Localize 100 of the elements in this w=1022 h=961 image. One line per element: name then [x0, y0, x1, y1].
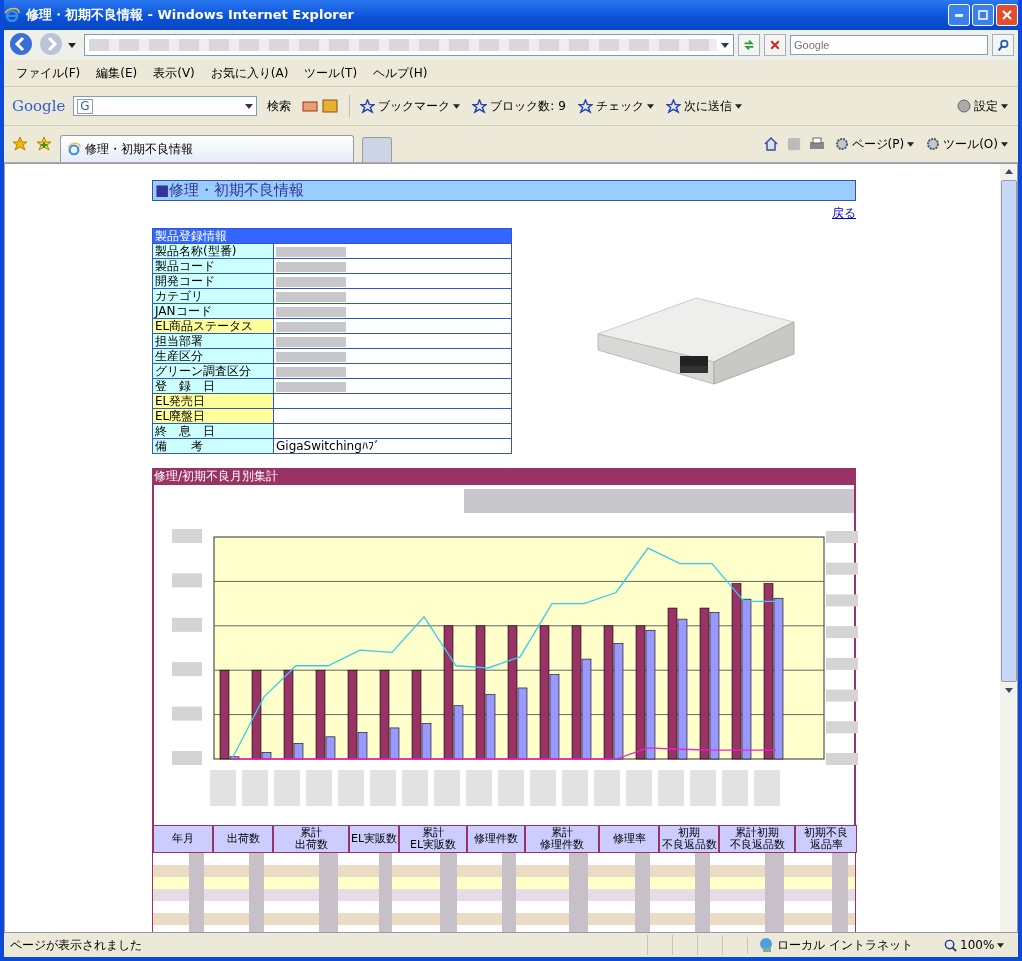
blurred-axis-label [338, 770, 364, 806]
circle-icon [957, 99, 971, 113]
blurred-axis-label [658, 770, 684, 806]
minimize-icon [955, 13, 963, 17]
minimize-button[interactable] [948, 4, 970, 26]
ie-logo-icon [67, 142, 81, 156]
section-header: 修理/初期不良月別集計 [152, 468, 856, 485]
column-header: 修理率 [599, 825, 659, 853]
search-engine-selector[interactable]: G [77, 98, 93, 114]
globe-icon [758, 937, 774, 953]
toolbar-button[interactable]: ブロック数: 9 [470, 97, 568, 115]
blurred-axis-label [172, 751, 202, 765]
caret-icon [1001, 141, 1008, 147]
zoom-icon [944, 938, 957, 952]
blurred-axis-label [826, 753, 858, 765]
column-header: 累計 修理件数 [525, 825, 599, 853]
caret-icon [1001, 103, 1008, 109]
search-field[interactable]: Google [790, 35, 988, 55]
search-button[interactable] [992, 34, 1014, 56]
caret-icon[interactable] [245, 103, 254, 109]
blurred-axis-label [370, 770, 396, 806]
column-header: EL実販数 [349, 825, 399, 853]
gear-icon [834, 137, 849, 151]
menu-item[interactable]: ツール(T) [304, 64, 358, 82]
search-icon [996, 38, 1010, 52]
window-title: 修理・初期不良情報 - Windows Internet Explorer [26, 6, 354, 24]
home-icon[interactable] [762, 136, 779, 152]
print-icon[interactable] [808, 136, 825, 152]
address-field[interactable] [84, 34, 734, 56]
blurred-axis-label [530, 770, 556, 806]
blurred-axis-label [594, 770, 620, 806]
blurred-axis-label [172, 617, 202, 632]
blurred-axis-label [826, 531, 858, 543]
back-button[interactable] [8, 32, 34, 58]
command-button[interactable]: ページ(P) [832, 135, 917, 153]
zoom-button[interactable]: 100% [938, 937, 1012, 953]
menu-item[interactable]: 編集(E) [96, 64, 138, 82]
add-favorite-icon[interactable] [36, 136, 52, 152]
refresh-icon [742, 38, 756, 52]
close-icon [769, 39, 781, 51]
caret-icon [997, 942, 1005, 948]
status-text: ページが表示されました [10, 936, 142, 954]
table-title: 製品登録情報 [152, 228, 512, 244]
caret-icon[interactable] [721, 42, 729, 48]
caret-icon [907, 141, 915, 147]
column-header: 累計 出荷数 [273, 825, 349, 853]
close-button[interactable] [996, 4, 1018, 26]
blurred-axis-label [690, 770, 716, 806]
blurred-axis-label [172, 529, 202, 543]
column-header: 年月 [153, 825, 213, 853]
caret-icon[interactable] [68, 42, 76, 48]
column-header: 初期 不良返品数 [659, 825, 719, 853]
blurred-axis-label [274, 770, 300, 806]
maximize-button[interactable] [972, 4, 994, 26]
toolbar-button[interactable]: 次に送信 [663, 97, 744, 115]
scroll-up-icon[interactable] [1004, 169, 1013, 174]
blurred-axis-label [562, 770, 588, 806]
search-button[interactable]: 検索 [265, 97, 294, 115]
scroll-down-icon[interactable] [1004, 688, 1013, 693]
star-icon [360, 98, 376, 114]
blurred-axis-label [826, 689, 858, 702]
toolbar-button[interactable]: ブックマーク [358, 97, 463, 115]
blurred-axis-label [242, 770, 268, 806]
blurred-axis-label [306, 770, 332, 806]
google-logo: Google [12, 97, 66, 115]
star-icon [665, 98, 681, 114]
blurred-axis-label [210, 770, 236, 806]
star-icon [577, 98, 593, 114]
menu-item[interactable]: ファイル(F) [16, 64, 81, 82]
stop-button[interactable] [764, 34, 786, 56]
menu-item[interactable]: お気に入り(A) [210, 64, 289, 82]
blurred-axis-label [826, 594, 858, 607]
column-header: 出荷数 [213, 825, 273, 853]
menu-item[interactable]: 表示(V) [153, 64, 195, 82]
google-search-field[interactable]: G [73, 96, 258, 116]
zone-indicator: ローカル イントラネット [747, 936, 938, 954]
close-icon [1002, 10, 1012, 20]
blurred-axis-label [172, 662, 202, 677]
toolbar-button[interactable]: チェック [575, 97, 656, 115]
ie-logo-icon [4, 7, 20, 23]
gear-icon [926, 137, 941, 151]
blurred-axis-label [626, 770, 652, 806]
menu-item[interactable]: ヘルプ(H) [373, 64, 428, 82]
back-link[interactable]: 戻る [832, 205, 856, 222]
blurred-axis-label [466, 770, 492, 806]
refresh-button[interactable] [738, 34, 760, 56]
blurred-axis-label [826, 562, 858, 575]
column-header: 修理件数 [467, 825, 525, 853]
column-header: 累計 EL実販数 [399, 825, 467, 853]
favorites-star-icon[interactable] [12, 136, 28, 152]
blurred-axis-label [826, 721, 858, 734]
vertical-scrollbar[interactable] [1000, 164, 1017, 932]
blurred-axis-label [754, 770, 780, 806]
column-header: 累計初期 不良返品数 [719, 825, 795, 853]
blurred-axis-label [434, 770, 460, 806]
settings-button[interactable]: 設定 [955, 97, 1010, 115]
maximize-icon [978, 10, 988, 20]
browser-tab[interactable]: 修理・初期不良情報 [60, 135, 354, 162]
blurred-axis-label [722, 770, 748, 806]
command-button[interactable]: ツール(O) [924, 135, 1010, 153]
